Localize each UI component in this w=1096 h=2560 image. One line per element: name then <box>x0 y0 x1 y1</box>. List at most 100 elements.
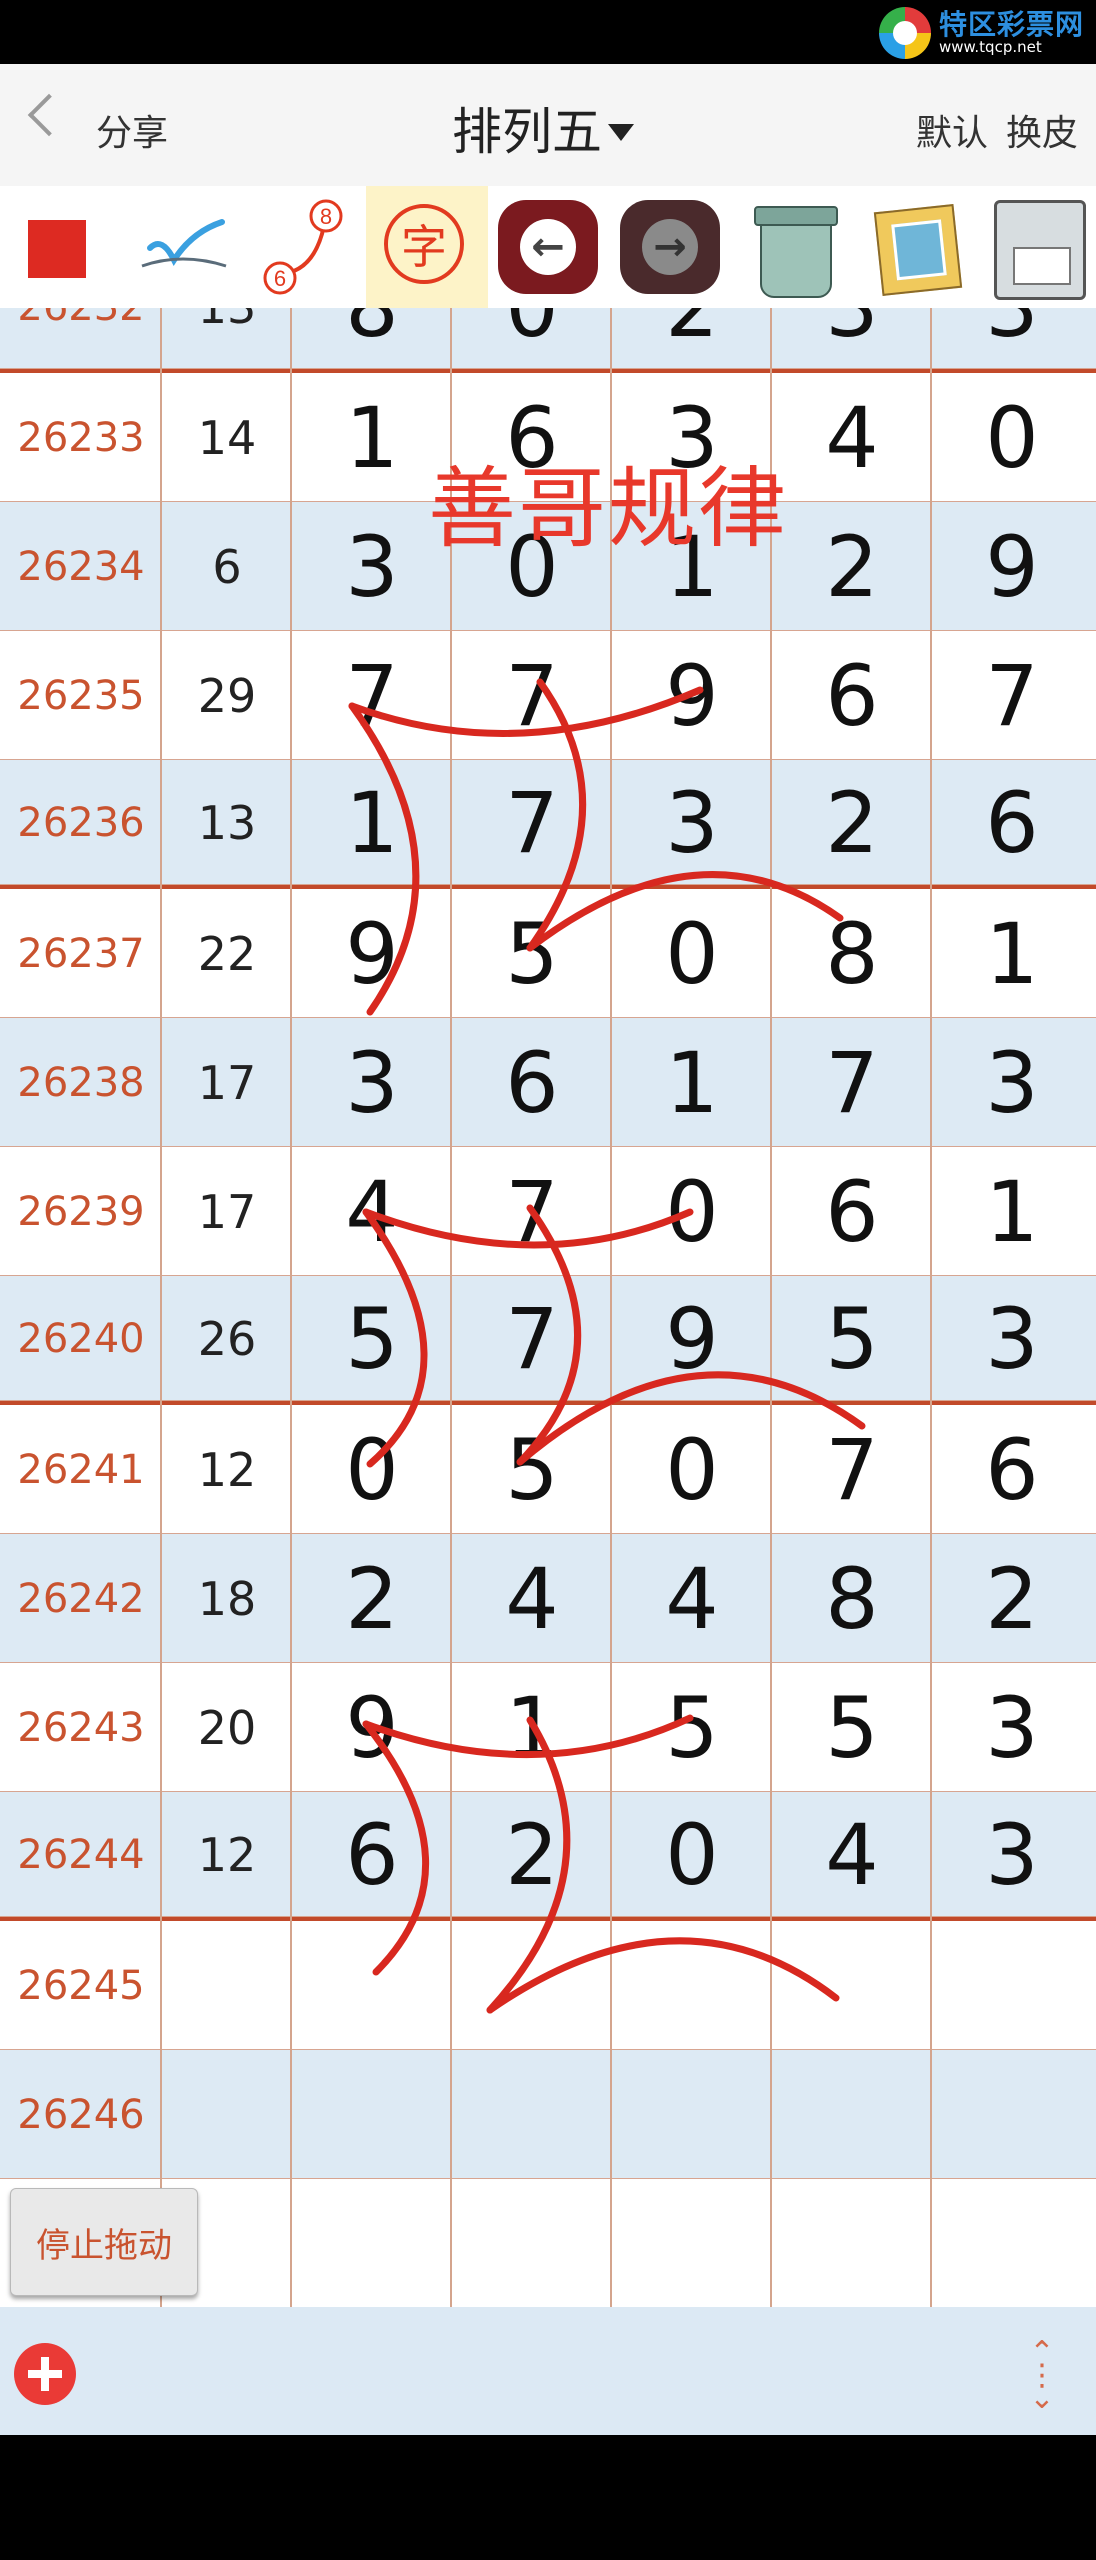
digit-cell[interactable]: 5 <box>292 1276 452 1401</box>
digit-cell[interactable]: 3 <box>292 1018 452 1147</box>
digit-cell[interactable]: 0 <box>612 1147 772 1276</box>
resize-vertical-icon[interactable]: ⌃ ⋮ ⌄ <box>1020 2338 1064 2414</box>
digit-cell[interactable]: 3 <box>932 1018 1092 1147</box>
stop-drag-button[interactable]: 停止拖动 <box>10 2188 198 2296</box>
red-square-tool[interactable] <box>0 186 122 308</box>
digit-cell[interactable] <box>292 2179 452 2307</box>
change-skin-button[interactable]: 换皮 <box>1006 104 1078 156</box>
undo-tool[interactable]: ← <box>488 186 610 308</box>
digit-cell[interactable]: 3 <box>932 1792 1092 1917</box>
digit-cell[interactable]: 7 <box>772 1405 932 1534</box>
digit-cell[interactable]: 9 <box>612 631 772 760</box>
digit-cell[interactable]: 5 <box>452 1405 612 1534</box>
app-screen: 特区彩票网 www.tqcp.net 分享 排列五 默认 换皮 8 6 字 ← … <box>0 0 1096 2560</box>
digit-cell[interactable]: 9 <box>292 1663 452 1792</box>
digit-cell[interactable] <box>452 1921 612 2050</box>
lottery-title-dropdown[interactable]: 排列五 <box>452 92 634 164</box>
digit-cell[interactable]: 4 <box>772 373 932 502</box>
digit-cell[interactable]: 3 <box>932 1276 1092 1401</box>
digit-cell[interactable]: 6 <box>932 1405 1092 1534</box>
digit-cell[interactable]: 2 <box>772 760 932 885</box>
digit-cell[interactable]: 3 <box>772 308 932 369</box>
caret-down-icon <box>608 124 634 141</box>
save-tool[interactable] <box>976 186 1096 308</box>
digit-cell[interactable]: 0 <box>612 1792 772 1917</box>
digit-sum: 29 <box>197 668 257 723</box>
digit-cell[interactable]: 4 <box>292 1147 452 1276</box>
digit-cell[interactable]: 8 <box>772 889 932 1018</box>
digit-cell[interactable]: 1 <box>612 1018 772 1147</box>
digit-cell[interactable]: 6 <box>772 631 932 760</box>
digit-cell[interactable]: 0 <box>932 373 1092 502</box>
redo-tool[interactable]: → <box>610 186 732 308</box>
digit-sum: 12 <box>197 1827 257 1882</box>
digit-cell[interactable] <box>452 2050 612 2179</box>
draw-grid[interactable]: 2623213802332623314163402623463012926235… <box>0 308 1096 2307</box>
digit-cell[interactable]: 6 <box>452 1018 612 1147</box>
digit-cell[interactable]: 3 <box>932 308 1092 369</box>
gallery-tool[interactable] <box>854 186 976 308</box>
digit-cell[interactable]: 2 <box>772 502 932 631</box>
digit-cell[interactable]: 4 <box>452 1534 612 1663</box>
digit-cell[interactable]: 1 <box>292 760 452 885</box>
digit-cell[interactable]: 7 <box>452 760 612 885</box>
digit-cell[interactable] <box>612 2179 772 2307</box>
digit-cell[interactable]: 0 <box>452 308 612 369</box>
digit-cell[interactable]: 8 <box>772 1534 932 1663</box>
chevron-left-icon[interactable] <box>27 93 71 137</box>
digit-cell[interactable] <box>612 2050 772 2179</box>
digit-cell[interactable]: 6 <box>772 1147 932 1276</box>
digit-cell[interactable]: 2 <box>932 1534 1092 1663</box>
digit-cell[interactable]: 5 <box>772 1276 932 1401</box>
digit-cell[interactable] <box>772 2179 932 2307</box>
digit-cell[interactable]: 9 <box>612 1276 772 1401</box>
digit-cell[interactable]: 7 <box>452 1147 612 1276</box>
digit-cell[interactable] <box>772 2050 932 2179</box>
digit-cell[interactable]: 6 <box>932 760 1092 885</box>
digit-cell[interactable]: 3 <box>612 760 772 885</box>
digit-cell[interactable]: 1 <box>452 1663 612 1792</box>
digit-cell[interactable]: 7 <box>452 1276 612 1401</box>
digit-cell[interactable]: 3 <box>932 1663 1092 1792</box>
digit-cell[interactable]: 0 <box>292 1405 452 1534</box>
digit-cell[interactable]: 4 <box>772 1792 932 1917</box>
digit-cell[interactable]: 8 <box>292 308 452 369</box>
digit-cell[interactable]: 4 <box>612 1534 772 1663</box>
digit-cell[interactable]: 9 <box>932 502 1092 631</box>
digit-cell[interactable] <box>772 1921 932 2050</box>
default-button[interactable]: 默认 <box>916 104 988 156</box>
digit-cell[interactable] <box>452 2179 612 2307</box>
digit-cell[interactable]: 5 <box>772 1663 932 1792</box>
trash-tool[interactable] <box>732 186 854 308</box>
digit-cell[interactable] <box>292 1921 452 2050</box>
digit-cell[interactable]: 5 <box>452 889 612 1018</box>
digit-cell[interactable] <box>932 2179 1092 2307</box>
digit-cell[interactable]: 9 <box>292 889 452 1018</box>
digit-cell[interactable]: 0 <box>612 889 772 1018</box>
digit-cell[interactable]: 2 <box>612 308 772 369</box>
share-button[interactable]: 分享 <box>96 104 168 156</box>
digit-cell[interactable]: 1 <box>932 889 1092 1018</box>
issue-number: 26240 <box>17 1315 145 1362</box>
digit-sum: 13 <box>162 308 292 369</box>
check-tool[interactable] <box>122 186 244 308</box>
digit-cell[interactable]: 5 <box>612 1663 772 1792</box>
digit-cell[interactable]: 7 <box>772 1018 932 1147</box>
digit-cell[interactable] <box>932 2050 1092 2179</box>
digit-cell[interactable]: 2 <box>452 1792 612 1917</box>
digit-cell[interactable]: 0 <box>612 1405 772 1534</box>
digit-cell[interactable]: 7 <box>292 631 452 760</box>
digit-cell[interactable] <box>292 2050 452 2179</box>
digit-cell[interactable] <box>612 1921 772 2050</box>
digit-cell[interactable] <box>932 1921 1092 2050</box>
digit-cell[interactable]: 7 <box>452 631 612 760</box>
digit-cell[interactable]: 1 <box>932 1147 1092 1276</box>
digit-cell[interactable]: 2 <box>292 1534 452 1663</box>
add-circle-icon[interactable] <box>14 2343 76 2405</box>
digit-cell[interactable]: 7 <box>932 631 1092 760</box>
digit-cell[interactable]: 6 <box>292 1792 452 1917</box>
connect-tool[interactable]: 8 6 <box>244 186 366 308</box>
digit-sum: 17 <box>197 1055 257 1110</box>
digit-sum <box>162 1921 292 2050</box>
text-tool[interactable]: 字 <box>366 186 488 308</box>
